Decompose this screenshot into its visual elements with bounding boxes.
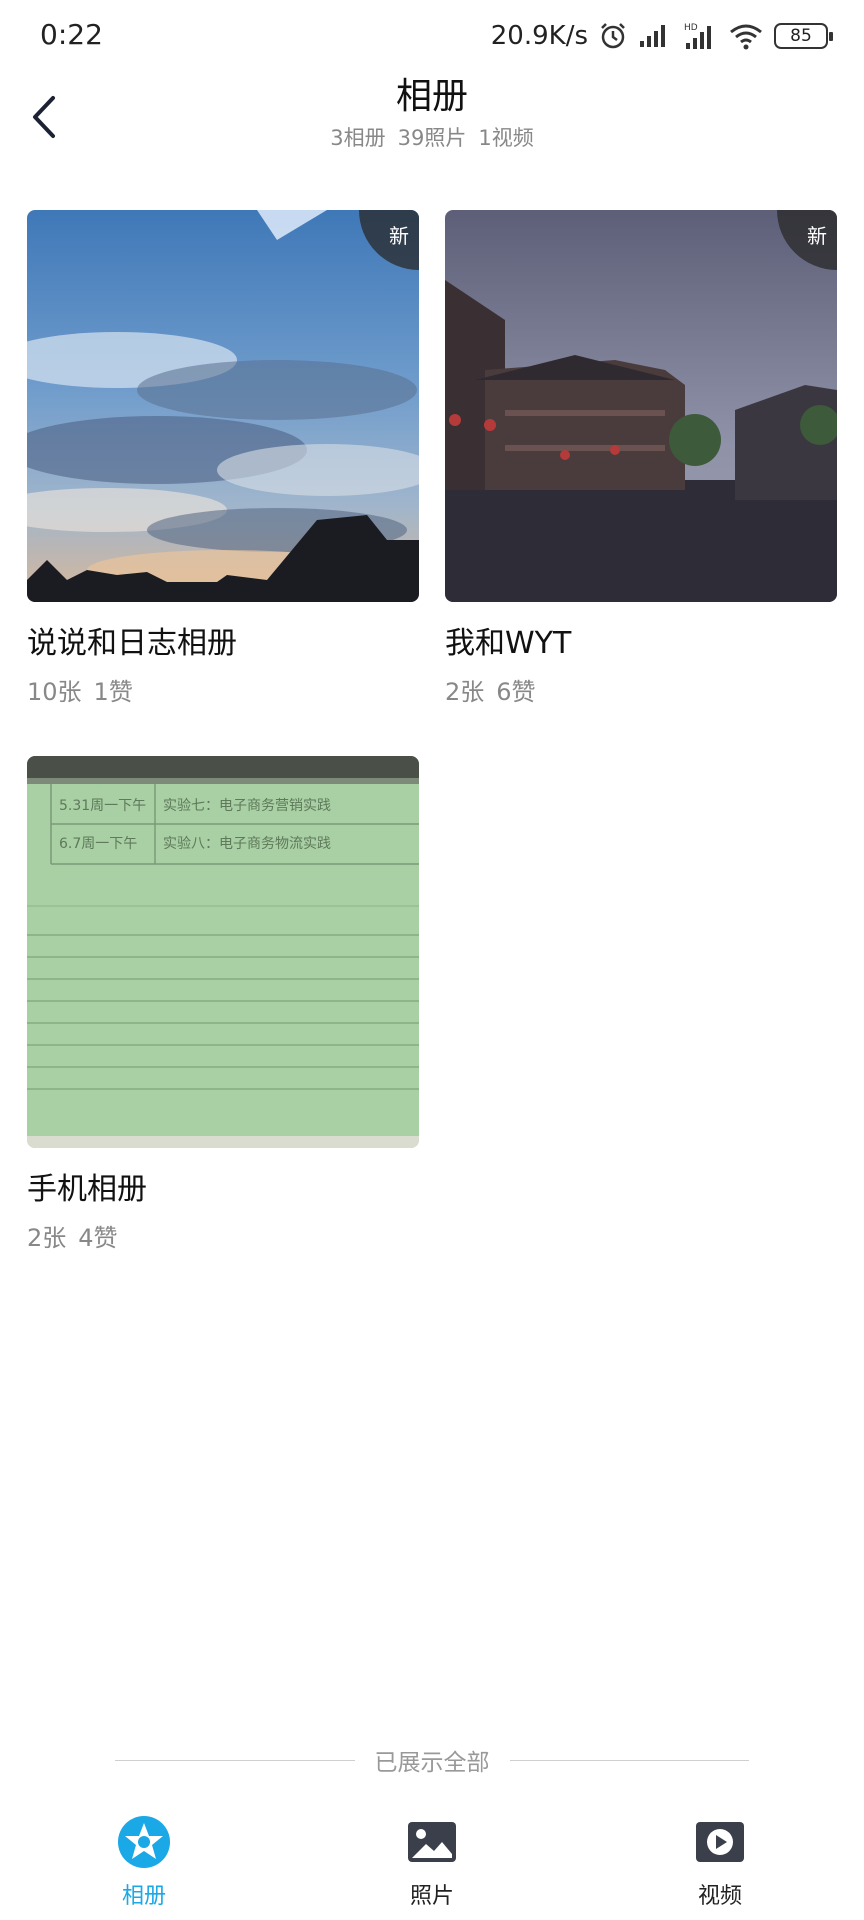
tab-photos-label: 照片 [409, 1884, 454, 1909]
doc-row1-date: 5.31周一下午 [59, 798, 146, 814]
like-count: 6赞 [496, 678, 536, 706]
divider [115, 1759, 355, 1761]
status-bar: 0:22 20.9K/s HD 85 [0, 0, 864, 72]
bottom-tab-bar: 相册 照片 视频 [0, 1810, 864, 1920]
tab-albums[interactable]: 相册 [69, 1810, 219, 1910]
doc-row2-item: 实验八：电子商务物流实践 [163, 836, 331, 852]
album-count-stat: 3相册 [330, 126, 386, 150]
album-name: 我和WYT [445, 626, 572, 661]
video-play-icon [696, 1822, 744, 1862]
wifi-icon [730, 24, 762, 50]
status-icons: 20.9K/s HD 85 [490, 16, 833, 56]
like-count: 1赞 [93, 678, 133, 706]
signal-icon [640, 25, 665, 47]
photo-icon [408, 1822, 456, 1862]
end-of-list-indicator: 已展示全部 [115, 1740, 749, 1780]
doc-row1-item: 实验七：电子商务营销实践 [163, 798, 331, 814]
album-meta: 10张 1赞 [27, 672, 419, 707]
photo-count: 2张 [27, 1224, 67, 1252]
page-header: 相册 3相册 39照片 1视频 [0, 72, 864, 172]
album-meta: 2张 4赞 [27, 1218, 419, 1253]
album-name: 手机相册 [27, 1172, 147, 1207]
photo-count-stat: 39照片 [397, 126, 467, 150]
title-block: 相册 3相册 39照片 1视频 [0, 72, 864, 154]
doc-row2-date: 6.7周一下午 [59, 836, 137, 852]
video-count-stat: 1视频 [478, 126, 534, 150]
old-town-street-photo [445, 210, 837, 602]
signal-hd-icon: HD [684, 23, 711, 49]
album-name: 说说和日志相册 [27, 626, 237, 661]
end-of-list-text: 已展示全部 [374, 1750, 490, 1776]
page-title: 相册 [395, 76, 468, 117]
sky-clouds-photo [27, 210, 419, 602]
battery-indicator: 85 [774, 23, 833, 49]
album-meta: 2张 6赞 [445, 672, 837, 707]
photo-count: 2张 [445, 678, 485, 706]
album-thumbnail: 5.31周一下午 实验七：电子商务营销实践 6.7周一下午 实验八：电子商务物流… [27, 756, 419, 1148]
status-time: 0:22 [40, 18, 103, 51]
divider [509, 1759, 749, 1761]
album-thumbnail: 新 [27, 210, 419, 602]
tab-videos[interactable]: 视频 [645, 1810, 795, 1910]
album-thumbnail: 新 [445, 210, 837, 602]
network-speed: 20.9K/s [490, 21, 588, 51]
like-count: 4赞 [78, 1224, 118, 1252]
album-card[interactable]: 新 我和WYT 2张 6赞 [445, 210, 837, 707]
svg-text:HD: HD [684, 23, 698, 33]
album-card[interactable]: 5.31周一下午 实验七：电子商务营销实践 6.7周一下午 实验八：电子商务物流… [27, 756, 419, 1253]
tab-videos-label: 视频 [697, 1884, 742, 1909]
album-card[interactable]: 新 说说和日志相册 10张 1赞 [27, 210, 419, 707]
photo-count: 10张 [27, 678, 82, 706]
alarm-icon [601, 23, 625, 49]
page-stats: 3相册 39照片 1视频 [0, 122, 864, 154]
tab-albums-label: 相册 [121, 1884, 166, 1909]
document-screen-photo: 5.31周一下午 实验七：电子商务营销实践 6.7周一下午 实验八：电子商务物流… [27, 756, 419, 1148]
album-star-icon [118, 1816, 170, 1868]
tab-photos[interactable]: 照片 [357, 1810, 507, 1910]
